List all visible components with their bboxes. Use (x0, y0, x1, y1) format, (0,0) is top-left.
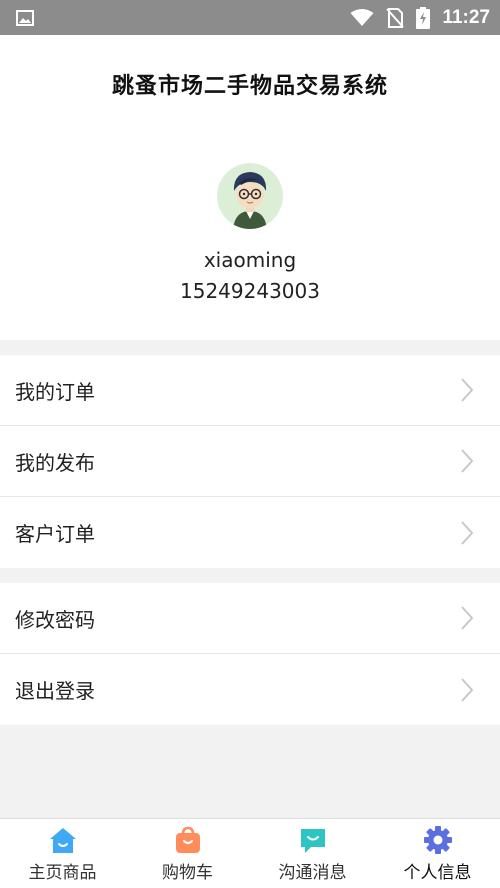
username: xiaoming (203, 248, 297, 272)
nav-label: 沟通消息 (278, 863, 347, 883)
battery-charging-icon (416, 6, 431, 29)
menu-item-label: 修改密码 (15, 607, 95, 632)
menu-item-customer-orders[interactable]: 客户订单 (0, 497, 500, 568)
wifi-icon (350, 8, 374, 27)
gallery-icon (16, 9, 34, 26)
menu-item-label: 退出登录 (15, 679, 95, 703)
no-sim-icon (386, 7, 405, 28)
page-title: 跳蚤市场二手物品交易系统 (111, 74, 388, 99)
chevron-right-icon (460, 377, 474, 403)
profile-section: 跳蚤市场二手物品交易系统 xiaoming 15249243003 (0, 35, 500, 340)
status-time: 11:27 (442, 6, 490, 28)
gear-icon (423, 826, 452, 854)
nav-item-messages[interactable]: 沟通消息 (250, 819, 375, 888)
menu-item-change-password[interactable]: 修改密码 (0, 583, 500, 654)
chevron-right-icon (460, 677, 474, 703)
chevron-right-icon (460, 605, 474, 631)
menu-item-logout[interactable]: 退出登录 (0, 654, 500, 725)
status-bar: 11:27 (0, 0, 500, 35)
phone-number: 15249243003 (180, 279, 320, 303)
shopping-bag-icon (174, 826, 202, 854)
message-icon (299, 826, 327, 854)
home-icon (49, 826, 77, 854)
menu-item-label: 客户订单 (15, 522, 95, 546)
menu-group-orders: 我的订单 我的发布 客户订单 (0, 355, 500, 568)
menu-item-label: 我的订单 (15, 379, 95, 404)
avatar[interactable] (217, 163, 283, 229)
bottom-nav: 主页商品 购物车 沟通消息 个人信息 (0, 818, 500, 888)
nav-label: 购物车 (162, 863, 213, 883)
menu-item-label: 我的发布 (15, 450, 95, 475)
menu-group-account: 修改密码 退出登录 (0, 583, 500, 725)
nav-label: 主页商品 (28, 863, 97, 883)
menu-item-my-posts[interactable]: 我的发布 (0, 426, 500, 497)
nav-item-cart[interactable]: 购物车 (125, 819, 250, 888)
nav-label: 个人信息 (403, 863, 472, 883)
chevron-right-icon (460, 448, 474, 474)
nav-item-profile[interactable]: 个人信息 (375, 819, 500, 888)
nav-item-home[interactable]: 主页商品 (0, 819, 125, 888)
menu-item-my-orders[interactable]: 我的订单 (0, 355, 500, 426)
chevron-right-icon (460, 520, 474, 546)
